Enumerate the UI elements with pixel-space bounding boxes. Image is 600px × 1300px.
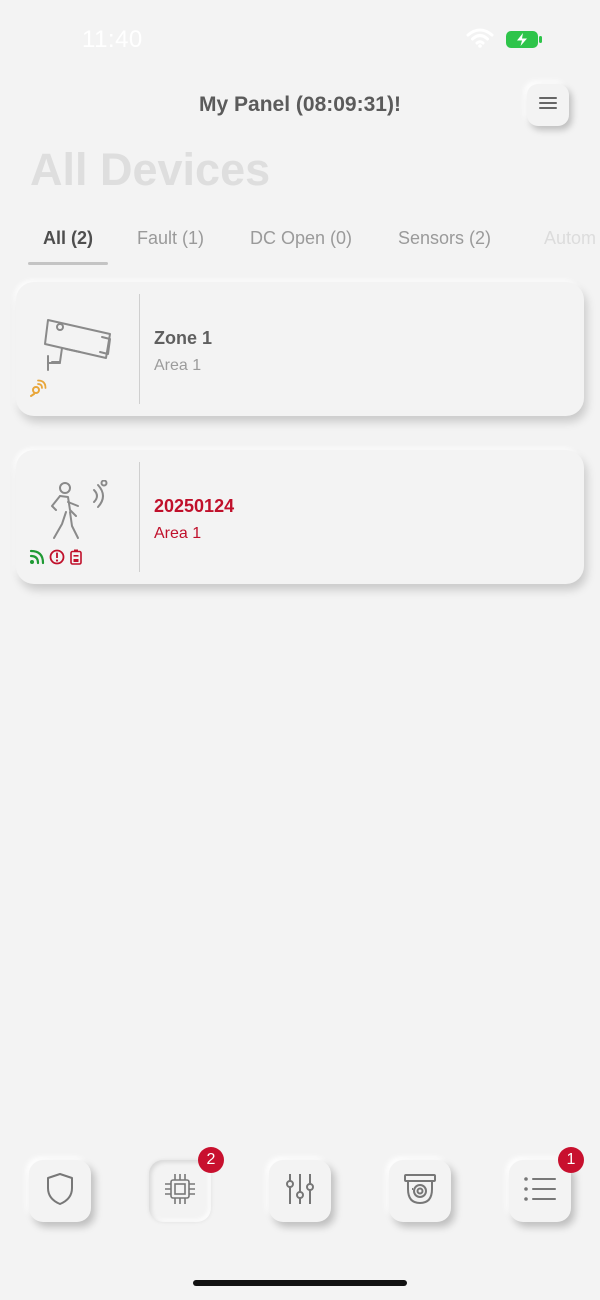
active-tab-indicator	[28, 262, 108, 265]
device-name: Zone 1	[154, 328, 213, 348]
camera-icon	[40, 312, 120, 387]
bottom-nav: 2 1	[0, 1147, 600, 1226]
battery-charging-icon	[506, 31, 542, 53]
device-status-icons	[29, 549, 83, 570]
page-title: All Devices	[30, 144, 271, 195]
tab-all[interactable]: All (2)	[43, 228, 93, 249]
tab-dc-open[interactable]: DC Open (0)	[250, 228, 352, 249]
sliders-icon	[282, 1171, 318, 1212]
device-area: Area 1	[154, 357, 202, 374]
device-status-icons	[29, 379, 47, 402]
devices-badge: 2	[198, 1147, 224, 1173]
tab-fault[interactable]: Fault (1)	[137, 228, 204, 249]
nav-controls-button[interactable]	[269, 1160, 331, 1222]
tab-automation[interactable]: Autom	[544, 228, 596, 249]
panel-title: My Panel (08:09:31)!	[199, 93, 401, 116]
list-icon	[522, 1174, 558, 1209]
motion-sensor-icon	[40, 479, 120, 555]
menu-button[interactable]	[527, 84, 569, 126]
dome-camera-icon	[401, 1171, 439, 1212]
nav-security-button[interactable]	[29, 1160, 91, 1222]
card-divider	[139, 462, 140, 572]
device-area: Area 1	[154, 525, 202, 542]
status-bar: 11:40	[0, 0, 600, 80]
shield-icon	[45, 1172, 75, 1211]
device-card[interactable]: 20250124 Area 1	[16, 450, 584, 584]
nav-devices-button[interactable]: 2	[149, 1147, 224, 1222]
signal-icon	[29, 549, 45, 570]
chip-icon	[161, 1170, 199, 1213]
tab-sensors[interactable]: Sensors (2)	[398, 228, 491, 249]
device-card[interactable]: Zone 1 Area 1	[16, 282, 584, 416]
rf-link-icon	[29, 379, 47, 402]
nav-cameras-button[interactable]	[389, 1160, 451, 1222]
card-divider	[139, 294, 140, 404]
nav-events-button[interactable]: 1	[509, 1147, 584, 1222]
device-name: 20250124	[154, 496, 235, 516]
home-indicator	[193, 1280, 407, 1286]
events-badge: 1	[558, 1147, 584, 1173]
fault-icon	[49, 549, 65, 570]
status-time: 11:40	[82, 26, 143, 53]
battery-low-icon	[69, 549, 83, 570]
filter-tabs: All (2) Fault (1) DC Open (0) Sensors (2…	[0, 220, 600, 268]
hamburger-icon	[538, 95, 558, 116]
wifi-icon	[466, 28, 494, 53]
